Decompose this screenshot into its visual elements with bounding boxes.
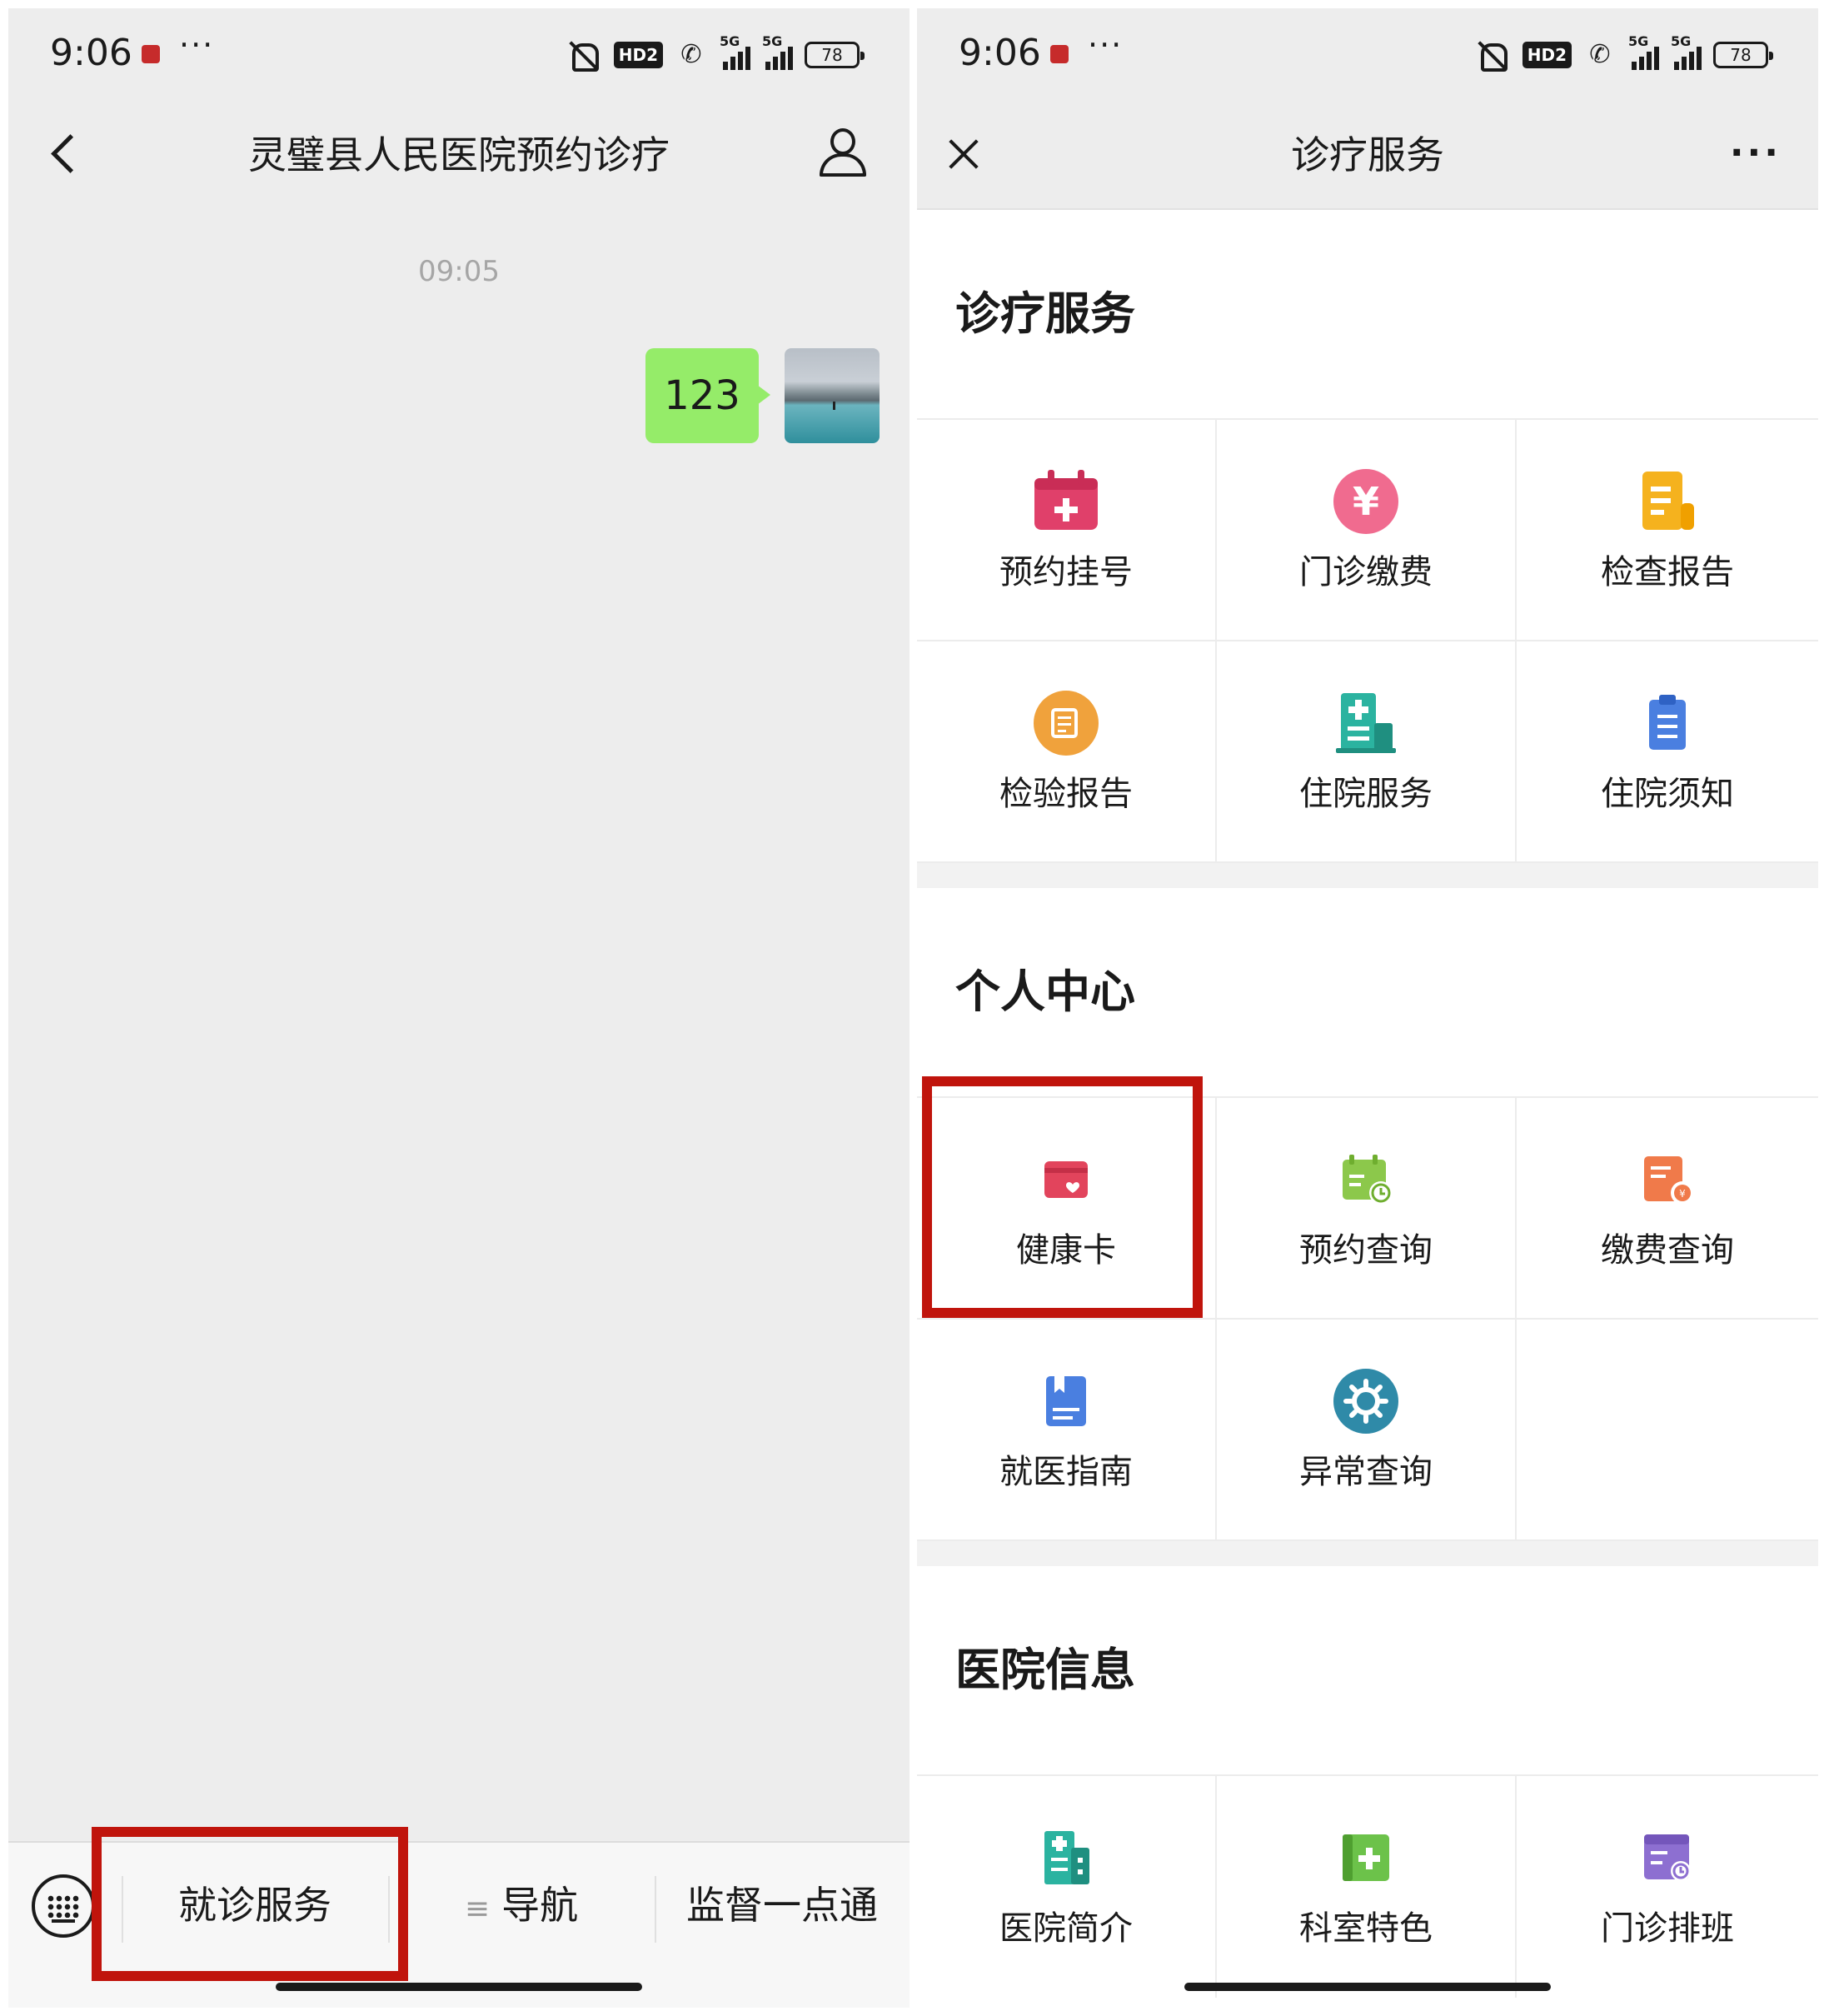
hd-badge: HD2: [613, 42, 663, 68]
chat-timestamp: 09:05: [418, 255, 500, 288]
page-header: 诊疗服务 ···: [917, 100, 1818, 210]
profile-icon[interactable]: [818, 128, 868, 178]
avatar[interactable]: [785, 348, 880, 443]
grid-item-appointment[interactable]: 预约挂号: [917, 420, 1217, 641]
grid-item-label: 缴费查询: [1601, 1231, 1734, 1270]
grid-item-appointment-query[interactable]: 预约查询: [1217, 1098, 1517, 1320]
home-indicator[interactable]: [1184, 1983, 1551, 1991]
service-grid: 预约挂号 ¥ 门诊缴费 检查报告 检验报告 住院服务 住院须知: [917, 418, 1818, 863]
clipboard-icon: [1649, 695, 1686, 750]
building-icon: [1044, 1831, 1089, 1884]
keyboard-icon[interactable]: [32, 1874, 95, 1938]
signal-icon: 5G: [1671, 33, 1702, 70]
grid-item-label: 检验报告: [999, 775, 1133, 813]
menu-item-label: 监督一点通: [686, 1883, 878, 1928]
bill-search-icon: ¥: [1644, 1156, 1694, 1205]
yen-coin-icon: ¥: [1333, 469, 1398, 534]
scroll-report-icon: [1642, 472, 1694, 530]
signal-icon: 5G: [762, 33, 793, 70]
section-title: 个人中心: [955, 966, 1135, 1018]
battery-icon: 78: [1713, 42, 1773, 68]
document-circle-icon: [1034, 691, 1099, 756]
hd-badge: HD2: [1522, 42, 1572, 68]
more-options-icon[interactable]: ···: [1730, 135, 1782, 172]
grid-item-medical-guide[interactable]: 就医指南: [917, 1320, 1217, 1541]
grid-item-hospital-intro[interactable]: 医院简介: [917, 1776, 1217, 1998]
more-notifications-icon: ···: [179, 27, 215, 63]
status-icons: HD2 ✆ 5G 5G 78: [566, 33, 865, 72]
grid-item-inpatient-notice[interactable]: 住院须知: [1517, 641, 1818, 863]
svg-text:¥: ¥: [1353, 479, 1379, 524]
grid-item-label: 门诊缴费: [1299, 553, 1433, 591]
grid-item-empty: [1517, 1320, 1818, 1541]
grid-item-exception-query[interactable]: 异常查询: [1217, 1320, 1517, 1541]
highlight-box: [92, 1827, 408, 1981]
status-bar: 9:06 ··· HD2 ✆ 5G 5G 78: [8, 8, 910, 100]
message-bubble[interactable]: 123: [645, 348, 770, 443]
menu-item-label: 导航: [501, 1883, 579, 1928]
app-notification-icon: [142, 45, 160, 63]
grid-item-label: 异常查询: [1299, 1453, 1433, 1491]
schedule-icon: [1644, 1834, 1691, 1881]
grid-item-label: 预约挂号: [999, 553, 1133, 591]
status-bar: 9:06 ··· HD2 ✆ 5G 5G 78: [917, 8, 1818, 100]
signal-icon: 5G: [720, 33, 750, 70]
menu-lines-icon: ≡: [464, 1892, 491, 1926]
chat-header: 灵璧县人民医院预约诊疗: [8, 100, 910, 210]
gear-circle-icon: [1333, 1369, 1398, 1434]
status-time: 9:06: [959, 32, 1041, 74]
hospital-bed-icon: [1336, 693, 1396, 753]
app-notification-icon: [1050, 45, 1069, 63]
status-icons: HD2 ✆ 5G 5G 78: [1474, 33, 1773, 72]
home-indicator[interactable]: [276, 1983, 642, 1991]
page-title: 诊疗服务: [1291, 132, 1444, 177]
mute-icon: [566, 38, 602, 72]
grid-item-department-features[interactable]: 科室特色: [1217, 1776, 1517, 1998]
chat-title: 灵璧县人民医院预约诊疗: [248, 132, 670, 177]
menu-item-supervision[interactable]: 监督一点通: [655, 1843, 910, 1968]
battery-icon: 78: [805, 42, 865, 68]
grid-item-lab-report[interactable]: 检验报告: [917, 641, 1217, 863]
calendar-plus-icon: [1034, 470, 1098, 530]
calendar-clock-icon: [1343, 1155, 1393, 1205]
hospital-info-grid: 医院简介 科室特色 门诊排班: [917, 1774, 1818, 2008]
menu-item-navigation[interactable]: ≡ 导航: [388, 1843, 655, 1968]
grid-item-exam-report[interactable]: 检查报告: [1517, 420, 1818, 641]
status-time: 9:06: [50, 32, 132, 74]
svg-text:¥: ¥: [1679, 1188, 1686, 1200]
grid-item-label: 门诊排班: [1601, 1909, 1734, 1948]
grid-item-outpatient-schedule[interactable]: 门诊排班: [1517, 1776, 1818, 1998]
grid-item-label: 就医指南: [999, 1453, 1133, 1491]
right-phone-screen: 9:06 ··· HD2 ✆ 5G 5G 78 诊疗服务 ··· 诊疗服务 预约…: [917, 8, 1818, 2008]
grid-item-inpatient-service[interactable]: 住院服务: [1217, 641, 1517, 863]
highlight-box: [922, 1076, 1203, 1318]
signal-icon: 5G: [1628, 33, 1659, 70]
call-icon: ✆: [680, 40, 702, 69]
mute-icon: [1474, 38, 1511, 72]
medical-plus-icon: [1343, 1834, 1389, 1881]
grid-item-label: 住院服务: [1299, 775, 1433, 813]
grid-item-label: 科室特色: [1299, 1909, 1433, 1948]
grid-item-outpatient-payment[interactable]: ¥ 门诊缴费: [1217, 420, 1517, 641]
left-phone-screen: 9:06 ··· HD2 ✆ 5G 5G 78 灵璧县人民医院预约诊疗 09:0…: [8, 8, 910, 2008]
grid-item-label: 住院须知: [1601, 775, 1734, 813]
guide-book-icon: [1046, 1376, 1086, 1426]
section-divider: [917, 1541, 1818, 1566]
section-title: 诊疗服务: [955, 287, 1135, 340]
more-notifications-icon: ···: [1088, 27, 1124, 63]
grid-item-payment-query[interactable]: ¥ 缴费查询: [1517, 1098, 1818, 1320]
grid-item-label: 预约查询: [1299, 1231, 1433, 1270]
grid-item-label: 医院简介: [999, 1909, 1133, 1948]
call-icon: ✆: [1589, 40, 1611, 69]
grid-item-label: 检查报告: [1601, 553, 1734, 591]
section-divider: [917, 863, 1818, 888]
section-title: 医院信息: [955, 1644, 1135, 1696]
